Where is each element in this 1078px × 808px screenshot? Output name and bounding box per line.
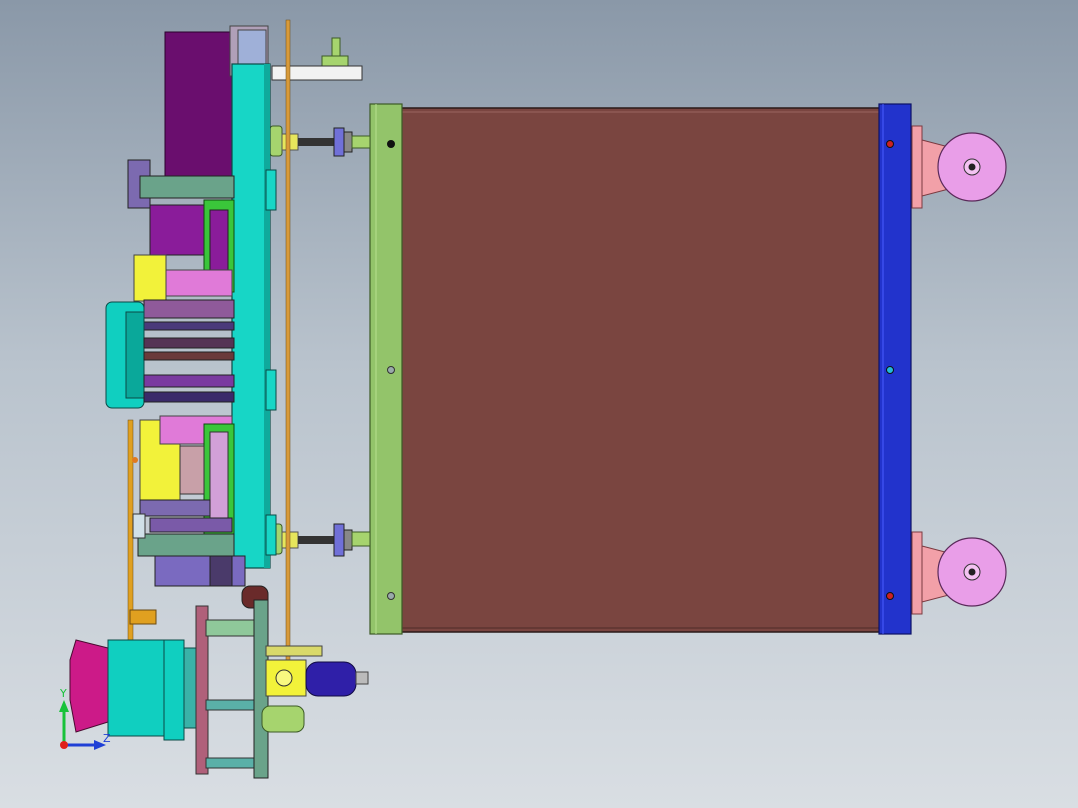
rail-hole [387, 140, 395, 148]
cad-viewport[interactable]: Y Z [0, 0, 1078, 808]
motor-housing[interactable] [164, 31, 234, 183]
connector-bottom[interactable] [269, 523, 371, 557]
top-bracket[interactable] [271, 65, 363, 81]
caster-top[interactable] [911, 125, 1007, 209]
rail-hole [886, 140, 894, 148]
rail-hole [387, 592, 395, 600]
nozzle-assembly[interactable] [69, 599, 369, 779]
filter-bowl[interactable] [305, 661, 357, 697]
main-panel-assembly[interactable] [369, 103, 912, 635]
rail-hole [886, 592, 894, 600]
cad-model-drawing[interactable] [0, 0, 1078, 808]
triad-y-label: Y [60, 687, 67, 700]
left-mechanism[interactable] [105, 19, 363, 661]
rail-hole [387, 366, 395, 374]
right-rail[interactable] [878, 103, 912, 635]
rail-hole [886, 366, 894, 374]
caster-bottom[interactable] [911, 531, 1007, 615]
triad-z-label: Z [103, 732, 111, 745]
left-rail[interactable] [369, 103, 403, 635]
connector-top[interactable] [269, 125, 371, 157]
brown-panel[interactable] [399, 107, 881, 633]
nozzle[interactable] [69, 639, 109, 733]
